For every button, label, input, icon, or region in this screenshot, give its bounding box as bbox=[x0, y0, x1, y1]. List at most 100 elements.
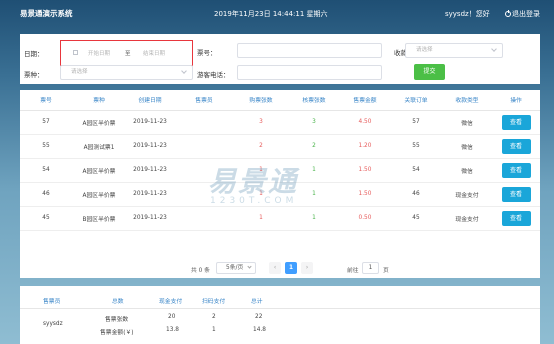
col-action: 操作 bbox=[492, 90, 540, 111]
chevron-down-icon bbox=[181, 68, 187, 74]
date-separator: 至 bbox=[125, 51, 131, 57]
cell-seller bbox=[174, 110, 234, 135]
submit-button[interactable]: 提交 bbox=[414, 64, 445, 80]
table-header-row: 票号 票种 创建日期 售票员 购票张数 核票张数 售票金额 关联订单 收款类型 … bbox=[20, 90, 540, 111]
page-size-select[interactable]: 5条/页 bbox=[216, 262, 256, 274]
view-button[interactable]: 查看 bbox=[501, 114, 531, 130]
summary-col-sum: 总计 bbox=[251, 299, 263, 305]
visitor-phone-label: 游客电话： bbox=[197, 71, 230, 79]
user-greeting: syysdz！您好 bbox=[445, 10, 490, 18]
cell-order: 55 bbox=[390, 134, 442, 159]
cell-ticket-type: A园区半价票 bbox=[72, 110, 126, 135]
ticket-no-label: 票号： bbox=[197, 49, 217, 57]
view-button[interactable]: 查看 bbox=[501, 186, 531, 202]
table-row: 57 A园区半价票 2019-11-23 3 3 4.50 57 微信 查看 bbox=[20, 110, 540, 135]
view-button[interactable]: 查看 bbox=[501, 162, 531, 178]
date-label: 日期： bbox=[24, 50, 44, 58]
app-title: 易景通演示系统 bbox=[20, 9, 73, 18]
cell-action: 查看 bbox=[492, 158, 540, 183]
calendar-icon bbox=[73, 50, 78, 55]
cell-action: 查看 bbox=[492, 182, 540, 207]
col-checked-qty: 核票张数 bbox=[288, 90, 340, 111]
cell-payment: 微信 bbox=[442, 110, 492, 135]
filter-panel: 日期： 开始日期 至 结束日期 票号： 收款类型： 请选择 票种： 请选择 游客… bbox=[20, 34, 540, 84]
summary-col-scan: 扫码支付 bbox=[202, 299, 226, 305]
cell-ticket-no: 46 bbox=[20, 182, 72, 207]
summary-seller: syysdz bbox=[43, 321, 63, 327]
watermark-domain: 1230T.COM bbox=[210, 196, 298, 206]
prev-page-button[interactable]: ‹ bbox=[269, 262, 281, 274]
ticket-no-input[interactable] bbox=[237, 43, 382, 58]
cell-qty: 2 bbox=[234, 134, 288, 159]
cell-payment: 微信 bbox=[442, 158, 492, 183]
cell-amount: 1.20 bbox=[340, 134, 390, 159]
col-related-order: 关联订单 bbox=[390, 90, 442, 111]
table-row: 55 A园测试票1 2019-11-23 2 2 1.20 55 微信 查看 bbox=[20, 134, 540, 159]
summary-col-seller: 售票员 bbox=[43, 299, 61, 305]
cell-ticket-type: B园区半价票 bbox=[72, 206, 126, 231]
logout-label: 退出登录 bbox=[512, 10, 540, 18]
ticket-type-label: 票种： bbox=[24, 71, 44, 79]
chevron-down-icon bbox=[491, 46, 497, 52]
logout-button[interactable]: 退出登录 bbox=[505, 9, 540, 19]
goto-unit-label: 页 bbox=[383, 268, 389, 274]
current-datetime: 2019年11月23日 14:44:11 星期六 bbox=[214, 10, 328, 18]
chevron-down-icon bbox=[247, 264, 252, 269]
watermark-logo: 易景通 1230T.COM bbox=[208, 160, 348, 210]
cell-qty: 3 bbox=[234, 110, 288, 135]
cell-order: 45 bbox=[390, 206, 442, 231]
cell-ticket-no: 57 bbox=[20, 110, 72, 135]
cell-ticket-type: A园区半价票 bbox=[72, 182, 126, 207]
summary-total: 14.8 bbox=[253, 327, 266, 333]
col-seller: 售票员 bbox=[174, 90, 234, 111]
summary-cash: 20 bbox=[168, 314, 176, 320]
cell-seller bbox=[174, 134, 234, 159]
cell-date: 2019-11-23 bbox=[126, 206, 174, 231]
payment-type-placeholder: 请选择 bbox=[416, 47, 433, 53]
cell-payment: 现金支付 bbox=[442, 182, 492, 207]
summary-divider bbox=[20, 308, 540, 309]
cell-payment: 微信 bbox=[442, 134, 492, 159]
summary-row-label: 售票张数 bbox=[105, 317, 129, 323]
summary-scan: 1 bbox=[212, 327, 216, 333]
next-page-button[interactable]: › bbox=[301, 262, 313, 274]
cell-ticket-no: 45 bbox=[20, 206, 72, 231]
cell-payment: 现金支付 bbox=[442, 206, 492, 231]
power-icon bbox=[505, 10, 511, 17]
cell-order: 54 bbox=[390, 158, 442, 183]
cell-order: 57 bbox=[390, 110, 442, 135]
cell-checked: 2 bbox=[288, 134, 340, 159]
summary-panel: 售票员 总数 现金支付 扫码支付 总计 syysdz 售票张数 20 2 22 … bbox=[20, 286, 540, 344]
col-payment-type: 收款类型 bbox=[442, 90, 492, 111]
col-created-date: 创建日期 bbox=[126, 90, 174, 111]
summary-row-label: 售票金额(￥) bbox=[100, 330, 134, 336]
ticket-type-select[interactable]: 请选择 bbox=[60, 65, 193, 80]
watermark-text: 易景通 bbox=[208, 165, 299, 198]
cell-ticket-type: A园区半价票 bbox=[72, 158, 126, 183]
goto-page-input[interactable]: 1 bbox=[362, 262, 379, 274]
summary-col-total: 总数 bbox=[112, 299, 124, 305]
pagination-total: 共 0 条 bbox=[191, 268, 210, 274]
date-range-inner: 开始日期 至 结束日期 bbox=[61, 47, 192, 59]
summary-cash: 13.8 bbox=[166, 327, 179, 333]
payment-type-select[interactable]: 请选择 bbox=[405, 43, 503, 58]
date-range-picker[interactable]: 开始日期 至 结束日期 bbox=[60, 40, 193, 66]
cell-action: 查看 bbox=[492, 206, 540, 231]
ticket-type-placeholder: 请选择 bbox=[71, 69, 88, 75]
summary-total: 22 bbox=[255, 314, 263, 320]
view-button[interactable]: 查看 bbox=[501, 210, 531, 226]
view-button[interactable]: 查看 bbox=[501, 138, 531, 154]
goto-label: 前往 bbox=[347, 268, 359, 274]
visitor-phone-input[interactable] bbox=[237, 65, 382, 80]
page-number-button[interactable]: 1 bbox=[285, 262, 297, 274]
cell-ticket-no: 54 bbox=[20, 158, 72, 183]
col-amount: 售票金额 bbox=[340, 90, 390, 111]
cell-date: 2019-11-23 bbox=[126, 182, 174, 207]
col-ticket-type: 票种 bbox=[72, 90, 126, 111]
cell-action: 查看 bbox=[492, 110, 540, 135]
date-start-placeholder: 开始日期 bbox=[88, 51, 111, 57]
pagination: 共 0 条 5条/页 ‹ 1 › 前往 1 页 bbox=[20, 262, 540, 276]
summary-col-cash: 现金支付 bbox=[159, 299, 183, 305]
date-end-placeholder: 结束日期 bbox=[143, 51, 166, 57]
cell-checked: 3 bbox=[288, 110, 340, 135]
